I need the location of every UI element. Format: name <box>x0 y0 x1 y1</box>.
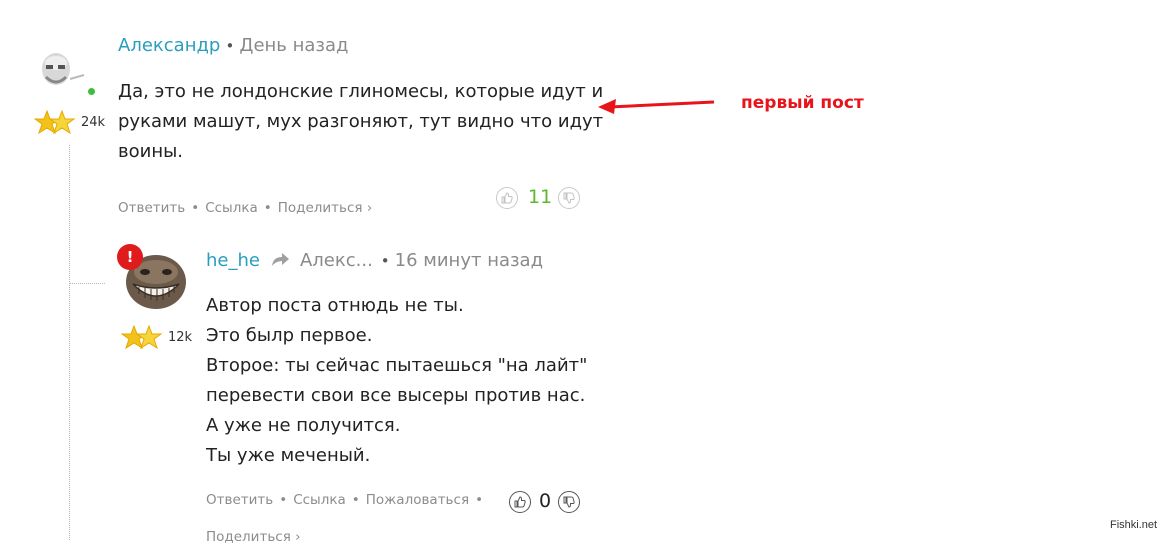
reply-link[interactable]: Ответить <box>206 492 273 508</box>
user-rating: 12k <box>168 330 193 345</box>
comment-header: he_he Алекс... • 16 минут назад <box>206 250 543 271</box>
vote-score: 0 <box>539 490 552 512</box>
meta-dot: • <box>225 37 235 55</box>
comment-time[interactable]: 16 минут назад <box>395 250 543 271</box>
comment-line: Да, это не лондонские глиномесы, которые… <box>118 81 604 102</box>
comment-line: Второе: ты сейчас пытаешься "на лайт" <box>206 355 588 376</box>
action-sep: • <box>279 492 288 508</box>
user-rank-stars <box>120 324 163 351</box>
vote-score: 11 <box>528 186 553 208</box>
dislike-button[interactable] <box>558 491 580 513</box>
permalink-link[interactable]: Ссылка <box>293 492 346 508</box>
like-button[interactable] <box>509 491 531 513</box>
thread-branch <box>69 283 105 284</box>
comment-time[interactable]: День назад <box>239 35 348 56</box>
action-sep: • <box>191 200 200 216</box>
report-link[interactable]: Пожаловаться <box>366 492 469 508</box>
comment-line: перевести свои все высеры против нас. <box>206 385 586 406</box>
comment-header: Александр • День назад <box>118 35 348 56</box>
comment-body: Да, это не лондонские глиномесы, которые… <box>118 77 603 167</box>
thumb-down-icon <box>563 496 575 508</box>
thumb-up-icon <box>514 496 526 508</box>
star-icon <box>33 109 76 135</box>
watermark: Fishki.net <box>1110 519 1158 531</box>
annotation-label: первый пост <box>741 93 864 113</box>
annotation-arrow <box>598 96 716 120</box>
comment-line: Автор поста отнюдь не ты. <box>206 295 464 316</box>
comment-line: Ты уже меченый. <box>206 445 371 466</box>
author-name[interactable]: Александр <box>118 35 220 56</box>
meta-dot: • <box>380 251 390 270</box>
comment-actions: Ответить • Ссылка • Поделиться › <box>118 200 372 216</box>
comment-line: воины. <box>118 141 184 162</box>
comment-body: Автор поста отнюдь не ты. Это былр перво… <box>206 291 587 471</box>
avatar[interactable] <box>36 49 86 93</box>
reply-arrow-icon <box>270 251 290 271</box>
alert-icon: ! <box>126 248 134 266</box>
action-sep: • <box>475 492 484 508</box>
thumb-up-icon <box>501 192 513 204</box>
reply-to-user[interactable]: Алекс... <box>300 250 373 271</box>
share-link[interactable]: Поделиться › <box>278 200 373 216</box>
thumb-down-icon <box>563 192 575 204</box>
thread-line <box>69 145 70 540</box>
comment-line: руками машут, мух разгоняют, тут видно ч… <box>118 111 604 132</box>
permalink-link[interactable]: Ссылка <box>205 200 258 216</box>
action-sep: • <box>263 200 272 216</box>
comment-line: А уже не получится. <box>206 415 401 436</box>
share-link[interactable]: Поделиться › <box>206 529 301 545</box>
online-status-icon <box>88 88 95 95</box>
like-button[interactable] <box>496 187 518 209</box>
star-icon <box>120 324 163 350</box>
user-rank-stars <box>33 109 76 136</box>
alert-badge: ! <box>117 244 143 270</box>
author-name[interactable]: he_he <box>206 250 260 271</box>
comment-actions: Ответить • Ссылка • Пожаловаться • <box>206 492 489 508</box>
action-sep: • <box>351 492 360 508</box>
dislike-button[interactable] <box>558 187 580 209</box>
reply-link[interactable]: Ответить <box>118 200 185 216</box>
comment-line: Это былр первое. <box>206 325 373 346</box>
user-rating: 24k <box>81 115 106 130</box>
